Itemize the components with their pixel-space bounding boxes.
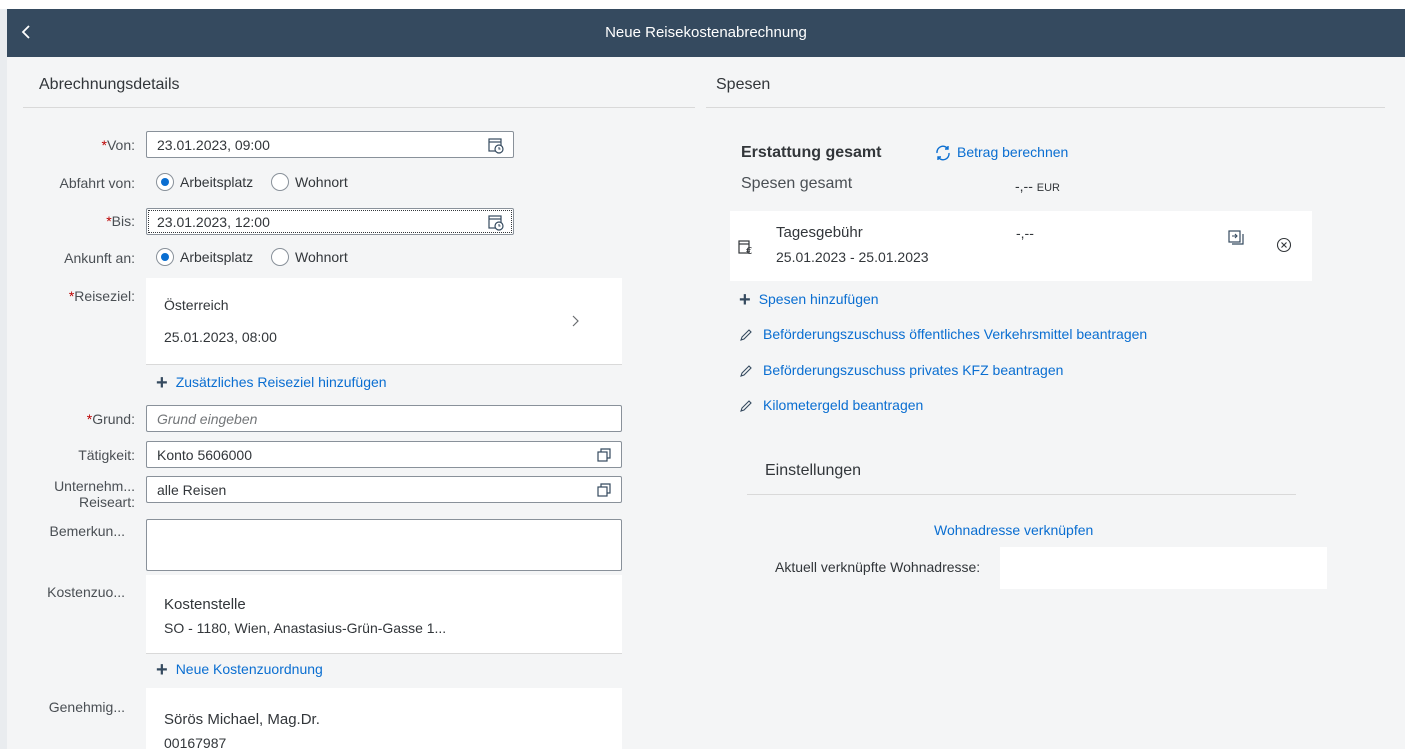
kosten-list-item[interactable]: Kostenstelle SO - 1180, Wien, Anastasius… [146, 575, 622, 654]
wohnadresse-verknuepfen-link[interactable]: Wohnadresse verknüpfen [934, 522, 1093, 538]
befoerderung-privat-link[interactable]: Beförderungszuschuss privates KFZ beantr… [739, 362, 1063, 378]
reiseziel-date: 25.01.2023, 08:00 [164, 329, 277, 345]
pencil-icon [739, 364, 753, 378]
einstellungen-divider [747, 494, 1296, 495]
pencil-icon [739, 399, 753, 413]
radio-selected-icon [156, 248, 174, 266]
bis-datetime-input[interactable]: 23.01.2023, 12:00 [146, 208, 514, 235]
tagesgebuehr-list-item[interactable]: € Tagesgebühr 25.01.2023 - 25.01.2023 -,… [730, 211, 1312, 281]
ankunft-radio-group: Arbeitsplatz Wohnort [156, 248, 362, 269]
tagesgebuehr-title: Tagesgebühr [776, 224, 863, 241]
erstattung-gesamt-label: Erstattung gesamt [741, 144, 882, 161]
spesen-gesamt-value: -,-- EUR [1015, 178, 1061, 194]
value-help-icon[interactable] [595, 446, 613, 464]
taetigkeit-input[interactable]: Konto 5606000 [146, 441, 622, 468]
abfahrt-wohnort-radio[interactable]: Wohnort [271, 173, 348, 191]
plus-icon: + [156, 659, 168, 682]
top-strip [0, 0, 1405, 9]
calendar-clock-icon[interactable] [487, 136, 505, 154]
details-divider [23, 107, 695, 108]
ankunft-wohnort-radio[interactable]: Wohnort [271, 248, 348, 266]
von-label: *Von: [101, 137, 135, 153]
kosten-detail: SO - 1180, Wien, Anastasius-Grün-Gasse 1… [164, 620, 447, 636]
taetigkeit-label: Tätigkeit: [78, 447, 135, 463]
delete-icon[interactable] [1276, 237, 1292, 253]
add-reiseziel-link[interactable]: + Zusätzliches Reiseziel hinzufügen [156, 372, 387, 395]
genehmiger-name: Sörös Michael, Mag.Dr. [164, 711, 320, 728]
genehmiger-id: 00167987 [164, 735, 227, 749]
spesen-section-title: Spesen [716, 76, 771, 93]
abfahrt-label: Abfahrt von: [59, 175, 136, 191]
bis-label: *Bis: [106, 213, 135, 229]
grund-input[interactable]: Grund eingeben [146, 405, 622, 432]
left-edge [0, 9, 7, 749]
radio-icon [271, 173, 290, 191]
plus-icon: + [156, 372, 168, 395]
spesen-divider [706, 107, 1385, 108]
spesen-gesamt-label: Spesen gesamt [741, 175, 853, 192]
abfahrt-radio-group: Arbeitsplatz Wohnort [156, 173, 362, 194]
shell-bar: Neue Reisekostenabrechnung [7, 9, 1405, 57]
reiseziel-country: Österreich [164, 297, 229, 313]
radio-selected-icon [156, 173, 174, 191]
ankunft-arbeitsplatz-radio[interactable]: Arbeitsplatz [156, 248, 253, 266]
reiseart-input[interactable]: alle Reisen [146, 476, 622, 503]
pencil-icon [739, 328, 753, 342]
add-kosten-link[interactable]: + Neue Kostenzuordnung [156, 659, 323, 682]
bemerkung-label: Bemerkun... [49, 523, 125, 539]
refresh-icon [933, 144, 953, 162]
reiseziel-list-item[interactable]: Österreich 25.01.2023, 08:00 [146, 278, 622, 365]
chevron-right-icon [569, 314, 581, 328]
befoerderung-oeffentlich-link[interactable]: Beförderungszuschuss öffentliches Verkeh… [739, 326, 1147, 342]
kilometergeld-link[interactable]: Kilometergeld beantragen [739, 397, 923, 413]
kosten-title: Kostenstelle [164, 596, 246, 613]
betrag-berechnen-link[interactable]: Betrag berechnen [933, 144, 1068, 162]
von-datetime-input[interactable]: 23.01.2023, 09:00 [146, 131, 514, 158]
genehmiger-label: Genehmig... [48, 699, 125, 715]
plus-icon: + [739, 289, 751, 312]
details-section-title: Abrechnungsdetails [39, 76, 180, 93]
grund-label: *Grund: [86, 411, 135, 427]
page-title: Neue Reisekostenabrechnung [605, 24, 807, 41]
radio-icon [271, 248, 290, 266]
reiseziel-label: *Reiseziel: [68, 288, 135, 304]
tagesgebuehr-amount: -,-- [1016, 225, 1034, 241]
reiseart-label: Unternehm... Reiseart: [54, 478, 135, 510]
abfahrt-arbeitsplatz-radio[interactable]: Arbeitsplatz [156, 173, 253, 191]
einstellungen-title: Einstellungen [765, 462, 862, 479]
genehmiger-list-item[interactable]: Sörös Michael, Mag.Dr. 00167987 [146, 688, 622, 749]
ankunft-label: Ankunft an: [64, 250, 135, 266]
bemerkung-textarea[interactable] [146, 519, 622, 571]
svg-text:€: € [746, 246, 752, 256]
aktuelle-wohnadresse-value [1000, 547, 1327, 589]
value-help-icon[interactable] [595, 481, 613, 499]
copy-icon[interactable] [1227, 229, 1245, 247]
calendar-clock-icon[interactable] [487, 213, 505, 231]
aktuelle-wohnadresse-label: Aktuell verknüpfte Wohnadresse: [775, 559, 981, 575]
kosten-label: Kostenzuo... [47, 584, 125, 600]
expense-euro-icon: € [738, 238, 756, 257]
spesen-hinzufuegen-link[interactable]: + Spesen hinzufügen [739, 289, 879, 312]
tagesgebuehr-dates: 25.01.2023 - 25.01.2023 [776, 249, 929, 265]
